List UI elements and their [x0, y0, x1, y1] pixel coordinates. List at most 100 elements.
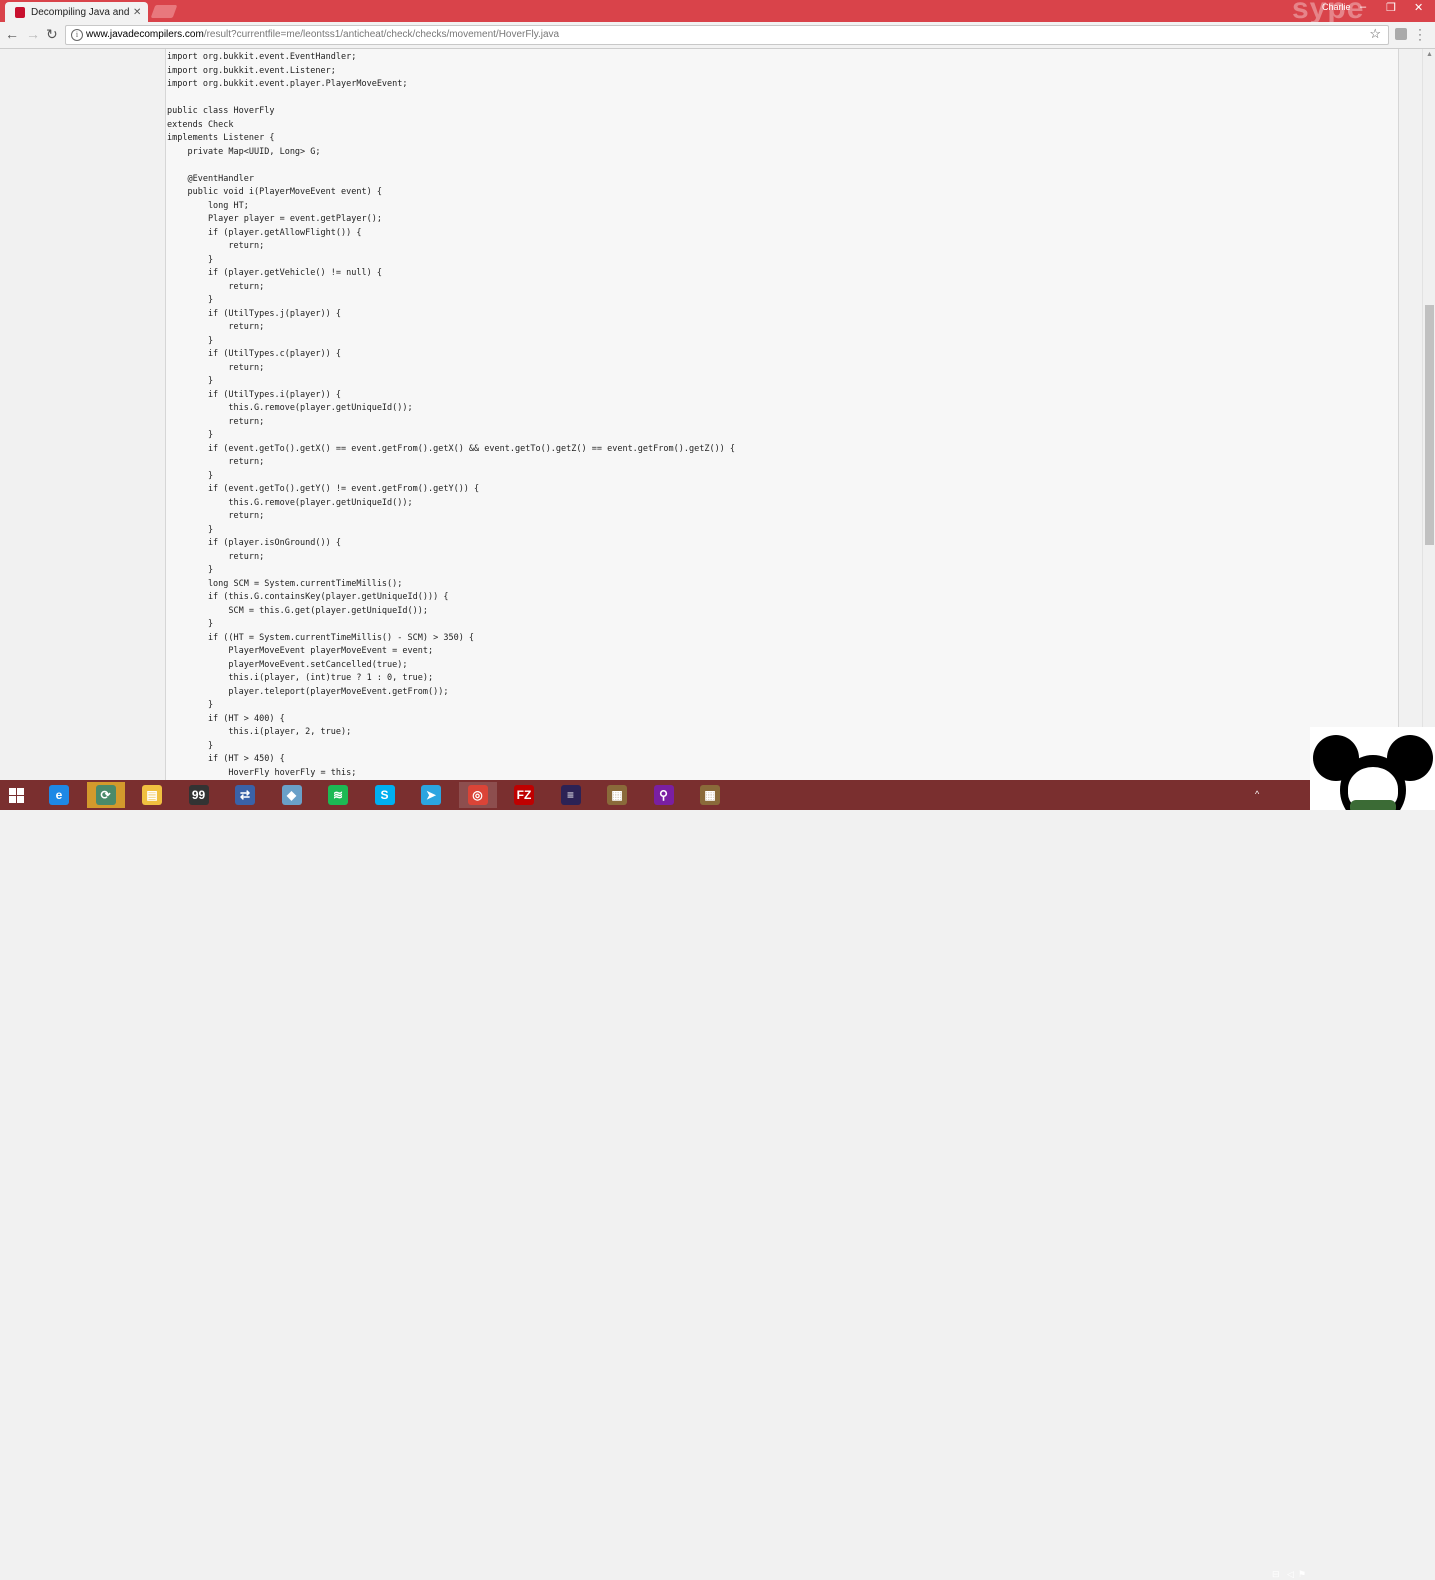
flag-icon[interactable]: ⚑ [1298, 1569, 1306, 1580]
code-line: import org.bukkit.event.EventHandler; [167, 52, 357, 62]
code-line: PlayerMoveEvent playerMoveEvent = event; [167, 646, 434, 656]
code-line: this.i(player, 2, true); [167, 727, 352, 737]
code-line: return; [167, 551, 265, 562]
address-bar[interactable]: i www.javadecompilers.com/result?current… [65, 25, 1389, 45]
browser-tab[interactable]: Decompiling Java and A ✕ [5, 2, 148, 22]
search-app-icon: ⚲ [653, 785, 674, 805]
title-bar: Decompiling Java and A ✕ sype Charlie – … [0, 0, 1435, 25]
chrome-icon: ◎ [467, 785, 488, 805]
code-line: if ((HT = System.currentTimeMillis() - S… [167, 632, 475, 643]
code-line: return; [167, 511, 265, 521]
tray-chevron-icon[interactable]: ^ [1255, 789, 1259, 799]
taskbar-app-minecraft-1[interactable]: ▦ [598, 782, 636, 808]
minimize-button[interactable]: – [1360, 1, 1366, 13]
taskbar-app-chrome[interactable]: ◎ [458, 782, 497, 808]
maximize-button[interactable]: ❐ [1386, 1, 1396, 14]
code-line: this.G.remove(player.getUniqueId()); [167, 403, 413, 413]
code-line: if (UtilTypes.j(player)) { [167, 308, 341, 319]
code-line: this.G.remove(player.getUniqueId()); [167, 497, 413, 508]
taskbar: e ⟳ ▤ 99 ⇄ ◆ ≋ S ➤ ◎ FZ ≡ ▦ ⚲ ▦ ^ ⊟ ◁ ⚑ [0, 780, 1435, 1579]
sunglasses [1350, 800, 1396, 810]
taskbar-app-eclipse[interactable]: ≡ [552, 782, 590, 808]
minecraft-1-icon: ▦ [607, 785, 627, 805]
url-path: /result?currentfile=me/leontss1/antichea… [203, 29, 560, 40]
internet-explorer-icon: e [49, 785, 69, 805]
favicon-icon [15, 6, 25, 18]
code-line: } [167, 335, 214, 346]
close-window-button[interactable]: ✕ [1414, 1, 1423, 14]
url-host: www.javadecompilers.com [86, 29, 204, 40]
taskbar-app-app-6[interactable]: ◆ [273, 782, 311, 808]
scroll-thumb[interactable] [1425, 305, 1434, 545]
reload-button[interactable]: ↻ [46, 26, 58, 43]
menu-icon[interactable]: · · · [1418, 23, 1422, 45]
code-line: import org.bukkit.event.Listener; [167, 65, 336, 76]
taskbar-app-app-4[interactable]: 99 [180, 782, 218, 808]
volume-icon[interactable]: ◁ [1287, 1569, 1294, 1580]
taskbar-app-file-explorer[interactable]: ▤ [133, 782, 171, 808]
page-viewport: import org.bukkit.event.EventHandler; imp… [0, 49, 1422, 781]
info-icon[interactable]: i [71, 29, 83, 41]
code-line: public void i(PlayerMoveEvent event) { [167, 187, 382, 197]
code-line: playerMoveEvent.setCancelled(true); [167, 659, 408, 670]
bookmark-star-icon[interactable]: ☆ [1369, 26, 1381, 42]
code-line: if (HT > 450) { [167, 754, 285, 764]
tab-title: Decompiling Java and A [31, 6, 129, 18]
back-button[interactable]: ← [5, 26, 19, 42]
code-line: import org.bukkit.event.player.PlayerMov… [167, 79, 408, 89]
start-button[interactable] [0, 780, 33, 810]
avatar-overlay [1310, 727, 1435, 810]
scroll-up-arrow-icon[interactable]: ▲ [1426, 51, 1433, 58]
code-line: long HT; [167, 200, 249, 211]
code-line: SCM = this.G.get(player.getUniqueId()); [167, 605, 428, 616]
filezilla-icon: FZ [514, 785, 534, 805]
code-line: if (UtilTypes.c(player)) { [167, 349, 341, 359]
code-line: } [167, 619, 214, 629]
app-6-icon: ◆ [281, 785, 302, 805]
code-line: return; [167, 281, 265, 292]
vertical-scrollbar[interactable]: ▲ [1422, 49, 1435, 781]
code-line: return; [167, 457, 265, 467]
forward-button[interactable]: → [26, 26, 40, 42]
taskbar-app-filezilla[interactable]: FZ [505, 782, 543, 808]
taskbar-app-minecraft-2[interactable]: ▦ [691, 782, 729, 808]
code-line: implements Listener { [167, 133, 275, 143]
windows-logo-icon [9, 788, 24, 803]
taskbar-app-app-2[interactable]: ⟳ [86, 782, 125, 808]
code-line: player.teleport(playerMoveEvent.getFrom(… [167, 686, 449, 697]
new-tab-button[interactable] [150, 5, 178, 18]
code-line: if (player.getAllowFlight()) { [167, 227, 362, 238]
network-icon[interactable]: ⊟ [1272, 1569, 1280, 1580]
telegram-icon: ➤ [421, 785, 441, 805]
code-panel: import org.bukkit.event.EventHandler; imp… [165, 49, 1399, 781]
taskbar-app-skype[interactable]: S [366, 782, 404, 808]
toolbar: ← → ↻ i www.javadecompilers.com/result?c… [0, 22, 1435, 49]
code-line: if (event.getTo().getX() == event.getFro… [167, 443, 736, 454]
code-line: public class HoverFly [167, 106, 275, 116]
taskbar-app-spotify[interactable]: ≋ [319, 782, 357, 808]
minecraft-2-icon: ▦ [700, 785, 720, 805]
profile-name[interactable]: Charlie [1322, 2, 1351, 12]
code-line: if (UtilTypes.i(player)) { [167, 389, 341, 400]
code-line: if (player.isOnGround()) { [167, 538, 341, 548]
code-line: return; [167, 322, 265, 332]
taskbar-app-network-app[interactable]: ⇄ [226, 782, 264, 808]
spotify-icon: ≋ [328, 785, 348, 805]
code-line: this.i(player, (int)true ? 1 : 0, true); [167, 673, 434, 683]
code-line: long SCM = System.currentTimeMillis(); [167, 578, 403, 589]
taskbar-app-telegram[interactable]: ➤ [412, 782, 450, 808]
url-text[interactable]: www.javadecompilers.com/result?currentfi… [86, 29, 559, 40]
code-line: HoverFly hoverFly = this; [167, 767, 357, 778]
app-2-icon: ⟳ [95, 785, 116, 805]
tab-close-icon[interactable]: ✕ [133, 7, 141, 18]
code-line: if (this.G.containsKey(player.getUniqueI… [167, 592, 449, 602]
code-line: } [167, 376, 214, 386]
code-line: } [167, 700, 214, 710]
code-line: Player player = event.getPlayer(); [167, 214, 382, 224]
code-line: if (event.getTo().getY() != event.getFro… [167, 484, 480, 494]
taskbar-app-search-app[interactable]: ⚲ [645, 782, 683, 808]
code-line: } [167, 470, 214, 481]
extension-icon[interactable] [1395, 28, 1407, 40]
taskbar-app-internet-explorer[interactable]: e [40, 782, 78, 808]
app-4-icon: 99 [188, 785, 209, 805]
